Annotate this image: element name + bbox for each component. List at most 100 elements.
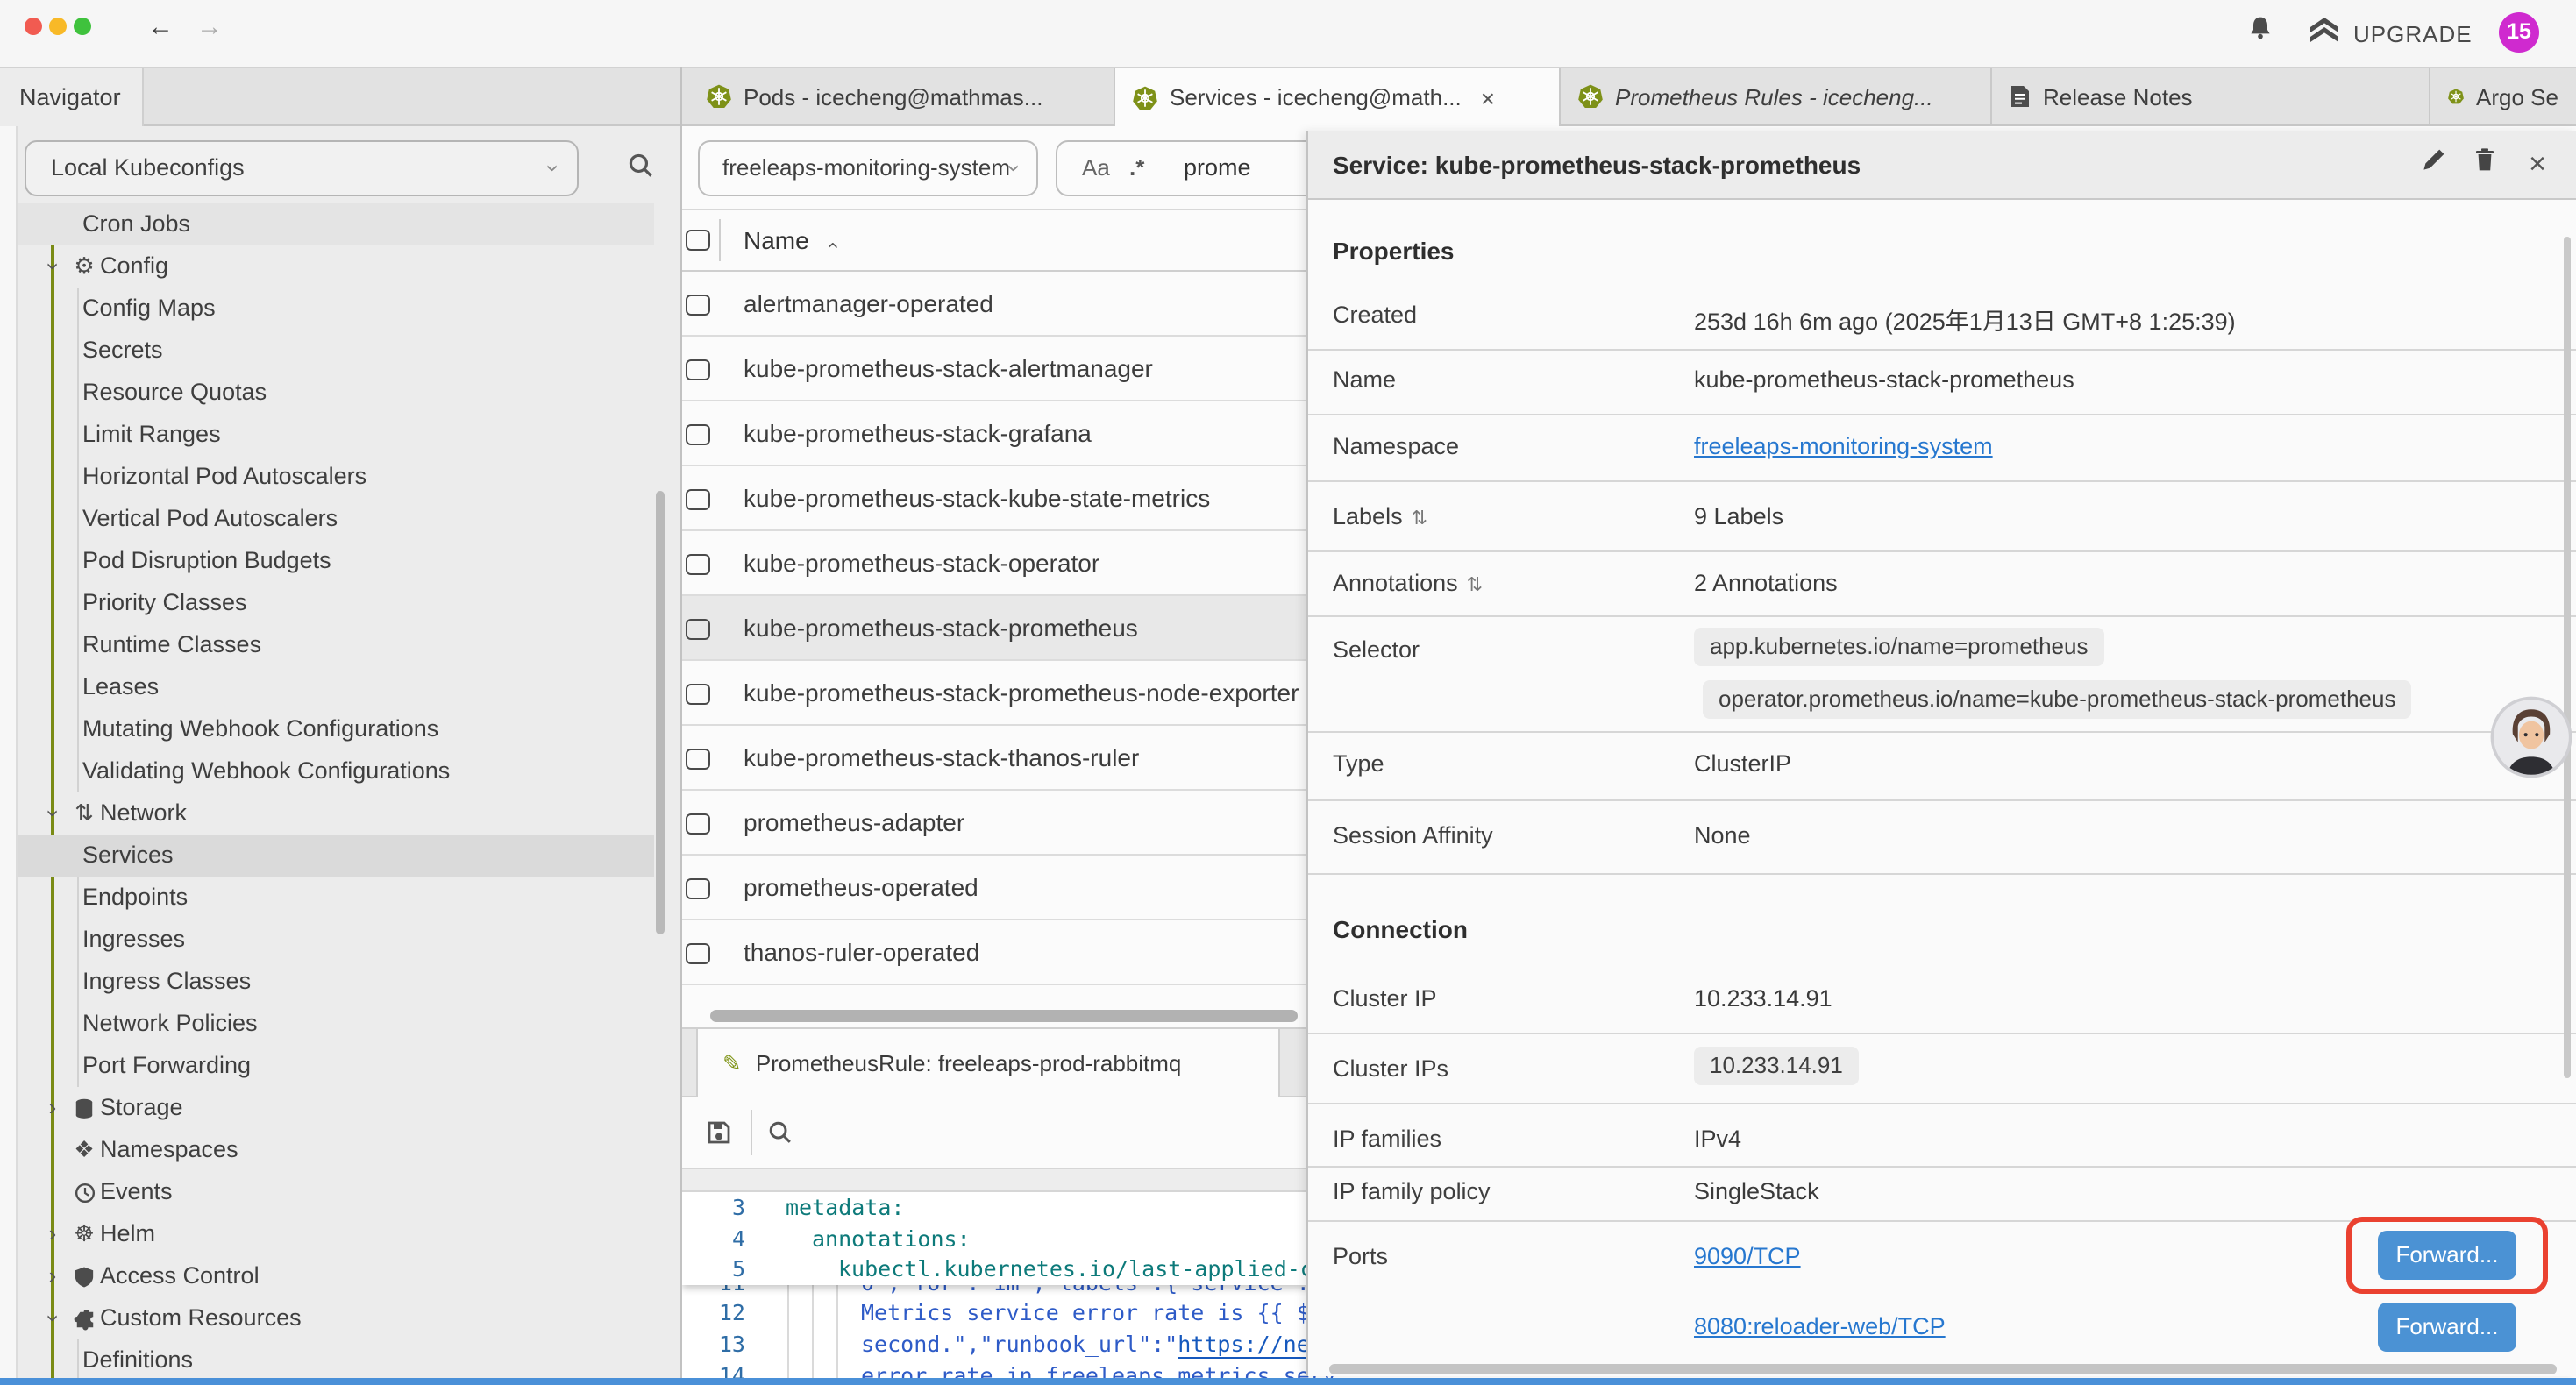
sidebar-item-validating-webhook-configurations[interactable]: Validating Webhook Configurations — [18, 750, 654, 792]
upgrade-chevrons-icon[interactable] — [2308, 16, 2341, 53]
sidebar-item-namespaces[interactable]: ❖Namespaces — [18, 1129, 654, 1171]
editor-tab-prometheusrule[interactable]: ✎PrometheusRule: freeleaps-prod-rabbitmq — [696, 1029, 1280, 1097]
expand-sort-icon[interactable]: ⇅ — [1412, 508, 1427, 529]
row-checkbox[interactable] — [686, 489, 710, 510]
horizontal-scrollbar[interactable] — [710, 1010, 1298, 1022]
save-icon[interactable] — [707, 1120, 731, 1154]
sidebar-item-runtime-classes[interactable]: Runtime Classes — [18, 624, 654, 666]
sidebar-item-network-policies[interactable]: Network Policies — [18, 1003, 654, 1045]
sidebar-item-network[interactable]: ›⇅Network — [18, 792, 654, 835]
close-window-button[interactable] — [25, 18, 42, 35]
row-checkbox[interactable] — [686, 619, 710, 640]
match-case-toggle[interactable]: Aa — [1082, 142, 1110, 195]
forward-button[interactable]: Forward... — [2378, 1303, 2516, 1352]
bell-icon[interactable] — [2246, 14, 2274, 49]
avatar[interactable] — [2490, 696, 2572, 778]
tab-argo[interactable]: Argo Se — [2430, 68, 2576, 124]
namespace-label: Namespace — [1333, 433, 1459, 459]
sidebar-item-services[interactable]: Services — [18, 835, 654, 877]
back-arrow-icon[interactable]: ← — [147, 14, 174, 40]
annotations-label: Annotations⇅ — [1333, 570, 1483, 596]
zoom-window-button[interactable] — [74, 18, 91, 35]
tab-services[interactable]: Services - icecheng@math... × — [1115, 68, 1561, 126]
sidebar-item-leases[interactable]: Leases — [18, 666, 654, 708]
chevron-down-icon[interactable]: › — [42, 792, 63, 835]
row-checkbox[interactable] — [686, 359, 710, 380]
select-all-checkbox[interactable] — [686, 230, 710, 251]
search-icon[interactable] — [628, 153, 654, 188]
sidebar-item-definitions[interactable]: Definitions — [18, 1339, 654, 1378]
detail-title: Service: kube-prometheus-stack-prometheu… — [1333, 131, 1861, 200]
sidebar-item-horizontal-pod-autoscalers[interactable]: Horizontal Pod Autoscalers — [18, 456, 654, 498]
chevron-right-icon[interactable]: › — [42, 1087, 63, 1129]
sidebar-item-pod-disruption-budgets[interactable]: Pod Disruption Budgets — [18, 540, 654, 582]
close-icon[interactable]: × — [1481, 83, 1495, 111]
labels-value[interactable]: 9 Labels — [1694, 503, 1783, 529]
port-link-8080[interactable]: 8080:reloader-web/TCP — [1694, 1313, 1946, 1339]
sidebar-item-resource-quotas[interactable]: Resource Quotas — [18, 372, 654, 414]
row-checkbox[interactable] — [686, 554, 710, 575]
tab-release-notes[interactable]: Release Notes — [1992, 68, 2430, 124]
pencil-icon: ✎ — [722, 1050, 742, 1076]
forward-arrow-icon[interactable]: → — [196, 14, 223, 40]
sidebar-item-config[interactable]: ›⚙Config — [18, 245, 654, 288]
row-checkbox[interactable] — [686, 295, 710, 316]
sidebar-edge — [0, 126, 18, 1378]
row-checkbox[interactable] — [686, 943, 710, 964]
navigator-panel-tab[interactable]: Navigator — [0, 68, 144, 126]
sidebar-item-config-maps[interactable]: Config Maps — [18, 288, 654, 330]
close-icon[interactable]: × — [2520, 147, 2555, 182]
url-link[interactable]: https://net — [1178, 1331, 1323, 1359]
sidebar-item-port-forwarding[interactable]: Port Forwarding — [18, 1045, 654, 1087]
minimize-window-button[interactable] — [49, 18, 67, 35]
sidebar-item-vertical-pod-autoscalers[interactable]: Vertical Pod Autoscalers — [18, 498, 654, 540]
sidebar-item-ingress-classes[interactable]: Ingress Classes — [18, 961, 654, 1003]
sidebar-item-storage[interactable]: ›Storage — [18, 1087, 654, 1129]
port-link-9090[interactable]: 9090/TCP — [1694, 1243, 1801, 1269]
annotations-value[interactable]: 2 Annotations — [1694, 570, 1838, 596]
sidebar-item-cron-jobs[interactable]: Cron Jobs — [18, 203, 654, 245]
sidebar-item-helm[interactable]: ›☸Helm — [18, 1213, 654, 1255]
kubeconfig-select[interactable]: Local Kubeconfigs › — [25, 140, 579, 196]
tab-prometheus-rules[interactable]: Prometheus Rules - icecheng... — [1561, 68, 1992, 124]
regex-toggle[interactable]: .* — [1129, 142, 1144, 195]
upgrade-button[interactable]: UPGRADE — [2353, 21, 2473, 47]
window-bottom-accent — [0, 1378, 2576, 1385]
row-checkbox[interactable] — [686, 749, 710, 770]
tab-pods[interactable]: Pods - icecheng@mathmas... — [689, 68, 1115, 124]
sidebar-item-priority-classes[interactable]: Priority Classes — [18, 582, 654, 624]
sidebar-item-access-control[interactable]: ›Access Control — [18, 1255, 654, 1297]
sort-ascending-icon[interactable]: › — [800, 242, 863, 249]
sidebar-item-events[interactable]: Events — [18, 1171, 654, 1213]
row-checkbox[interactable] — [686, 424, 710, 445]
chevron-down-icon[interactable]: › — [42, 245, 63, 288]
delete-trash-icon[interactable] — [2467, 147, 2502, 182]
namespace-link[interactable]: freeleaps-monitoring-system — [1694, 433, 1993, 459]
row-checkbox[interactable] — [686, 684, 710, 705]
search-input[interactable]: prome — [1184, 142, 1251, 195]
sidebar-scrollbar[interactable] — [656, 491, 665, 934]
expand-sort-icon[interactable]: ⇅ — [1467, 575, 1483, 596]
chevron-right-icon[interactable]: › — [42, 1255, 63, 1297]
column-header-name[interactable]: Name — [744, 209, 809, 272]
sidebar-item-limit-ranges[interactable]: Limit Ranges — [18, 414, 654, 456]
sidebar-item-ingresses[interactable]: Ingresses — [18, 919, 654, 961]
sidebar-item-secrets[interactable]: Secrets — [18, 330, 654, 372]
namespace-select[interactable]: freeleaps-monitoring-system › — [698, 140, 1038, 196]
divider — [1308, 799, 2576, 801]
detail-horizontal-scrollbar[interactable] — [1329, 1364, 2557, 1374]
search-box[interactable]: Aa .* prome — [1056, 140, 1336, 196]
search-icon[interactable] — [768, 1120, 793, 1154]
notification-count-badge[interactable]: 15 — [2499, 12, 2539, 53]
row-checkbox[interactable] — [686, 878, 710, 899]
sidebar-item-custom-resources[interactable]: ›Custom Resources — [18, 1297, 654, 1339]
sidebar-item-mutating-webhook-configurations[interactable]: Mutating Webhook Configurations — [18, 708, 654, 750]
app-window: ← → UPGRADE 15 Navigator Pods - icecheng… — [0, 0, 2576, 1385]
detail-vertical-scrollbar[interactable] — [2564, 237, 2571, 1078]
row-checkbox[interactable] — [686, 813, 710, 835]
selector-label: Selector — [1333, 636, 1420, 663]
sidebar-item-endpoints[interactable]: Endpoints — [18, 877, 654, 919]
chevron-down-icon[interactable]: › — [42, 1297, 63, 1339]
edit-pencil-icon[interactable] — [2416, 147, 2451, 182]
chevron-right-icon[interactable]: › — [42, 1213, 63, 1255]
